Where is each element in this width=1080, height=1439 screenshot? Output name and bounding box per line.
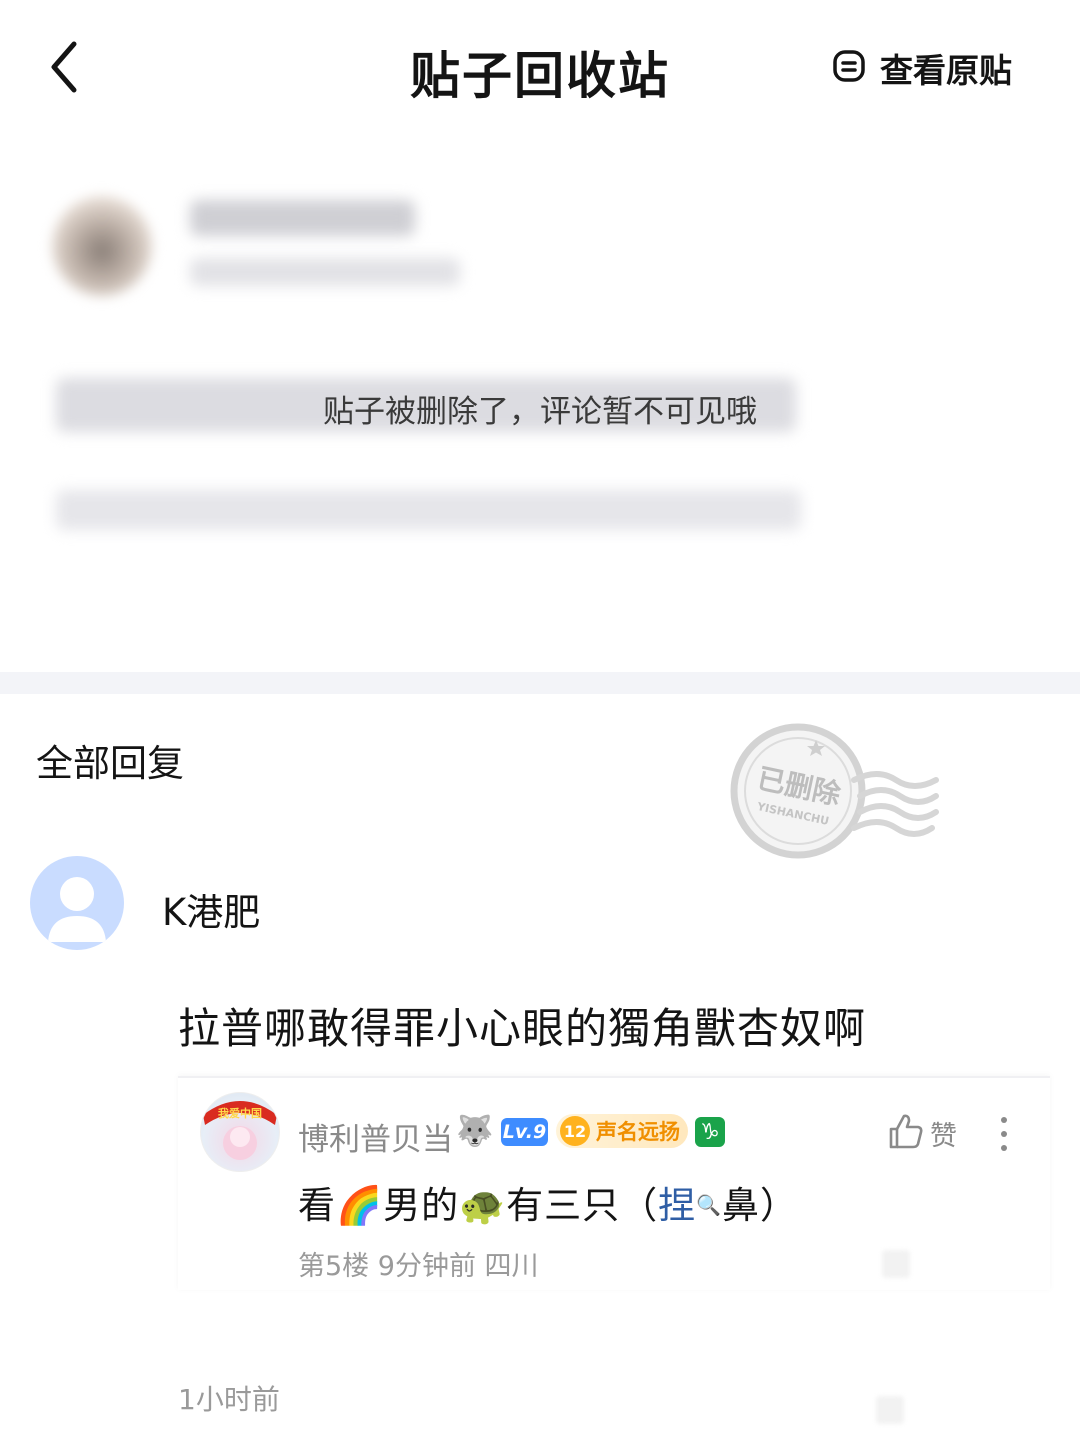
deleted-notice: 贴子被删除了，评论暂不可见哦 <box>323 394 757 430</box>
search-icon[interactable]: 🔍 <box>696 1193 722 1217</box>
view-original-label: 查看原贴 <box>880 51 1012 90</box>
sub-reply-text-prefix: 看🌈男的🐢有三只（ <box>298 1184 659 1227</box>
blurred-author-avatar <box>52 196 152 296</box>
wolf-emoji-icon: 🐺 <box>456 1114 494 1149</box>
more-options-icon[interactable] <box>992 1112 1016 1156</box>
commenter-username[interactable]: K港肥 <box>162 882 260 936</box>
sub-reply-link[interactable]: 捏 <box>658 1184 696 1227</box>
default-user-icon <box>48 877 106 942</box>
comment-text: 拉普哪敢得罪小心眼的獨角獸杏奴啊 <box>178 1004 867 1053</box>
thumbs-up-icon <box>888 1112 924 1154</box>
like-button[interactable]: 赞 <box>888 1112 957 1154</box>
all-replies-title: 全部回复 <box>36 742 184 785</box>
commenter-avatar[interactable] <box>30 856 124 950</box>
blurred-author-name <box>190 200 415 236</box>
deleted-stamp: 已删除 YISHANCHU <box>728 718 940 864</box>
view-original-button[interactable]: 查看原贴 <box>832 44 1012 92</box>
sub-reply-username[interactable]: 博利普贝当 <box>298 1114 453 1159</box>
fame-level: 12 <box>560 1116 590 1146</box>
comment-reply-icon[interactable] <box>876 1396 904 1424</box>
sub-reply-avatar[interactable]: 我爱中国 <box>200 1092 280 1172</box>
comment-time: 1小时前 <box>178 1383 280 1416</box>
avatar-banner-text: 我爱中国 <box>218 1106 262 1120</box>
fame-badge: 12 声名远扬 <box>556 1114 688 1148</box>
section-divider <box>0 672 1080 694</box>
blurred-post-body <box>56 490 801 530</box>
document-icon <box>832 49 866 87</box>
zodiac-badge: ♑ <box>695 1117 725 1147</box>
level-badge: Lv.9 <box>501 1118 548 1146</box>
fame-label: 声名远扬 <box>596 1120 680 1144</box>
sub-reply-text: 看🌈男的🐢有三只（捏🔍鼻） <box>298 1175 798 1229</box>
sub-reply-text-suffix: 鼻） <box>722 1184 799 1227</box>
sub-reply-meta: 第5楼 9分钟前 四川 <box>298 1251 539 1282</box>
reply-icon[interactable] <box>882 1250 910 1278</box>
like-label: 赞 <box>930 1120 957 1152</box>
blurred-post-meta <box>190 258 460 286</box>
